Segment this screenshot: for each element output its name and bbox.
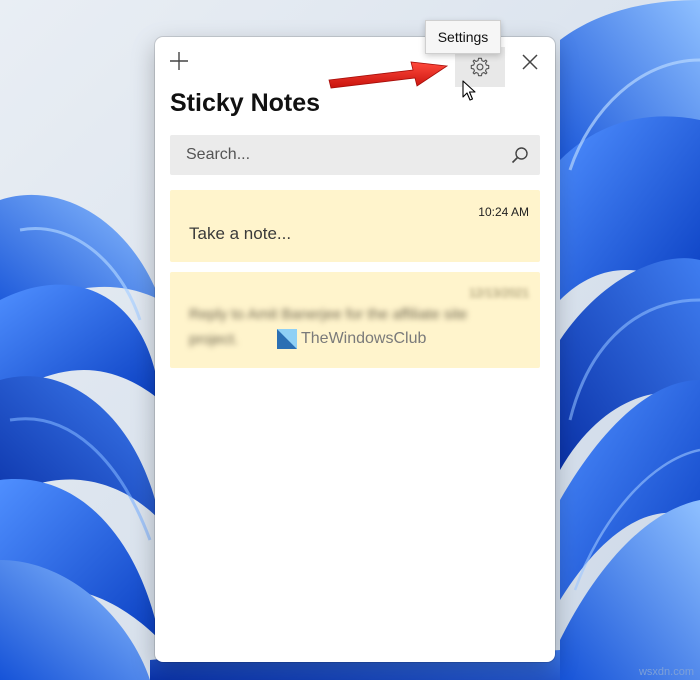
close-button[interactable] xyxy=(515,47,545,77)
settings-tooltip: Settings xyxy=(425,20,501,54)
desktop: Sticky Notes 10:24 AM Take a note... 12/… xyxy=(0,0,700,680)
note-text: Take a note... xyxy=(189,224,292,243)
search-input[interactable] xyxy=(170,135,490,175)
site-watermark: wsxdn.com xyxy=(638,666,694,678)
search-box xyxy=(170,135,540,175)
note-timestamp-blurred: 12/13/2021 xyxy=(468,286,529,300)
sticky-notes-window: Sticky Notes 10:24 AM Take a note... 12/… xyxy=(155,37,555,662)
red-arrow-annotation xyxy=(328,61,449,89)
gear-icon xyxy=(470,57,490,77)
note-card[interactable]: 10:24 AM Take a note... xyxy=(170,190,540,262)
app-title: Sticky Notes xyxy=(170,89,321,117)
watermark: TheWindowsClub xyxy=(276,328,426,350)
new-note-button[interactable] xyxy=(165,47,193,75)
close-icon xyxy=(522,54,538,70)
note-timestamp: 10:24 AM xyxy=(478,205,529,219)
note-card-blurred[interactable]: 12/13/2021 Reply to Amit Banerjee for th… xyxy=(170,272,540,368)
watermark-text: TheWindowsClub xyxy=(301,330,427,347)
mouse-cursor-icon xyxy=(462,80,476,101)
search-icon[interactable] xyxy=(510,145,530,165)
windows-club-logo-icon xyxy=(277,329,297,349)
plus-icon xyxy=(170,52,188,70)
